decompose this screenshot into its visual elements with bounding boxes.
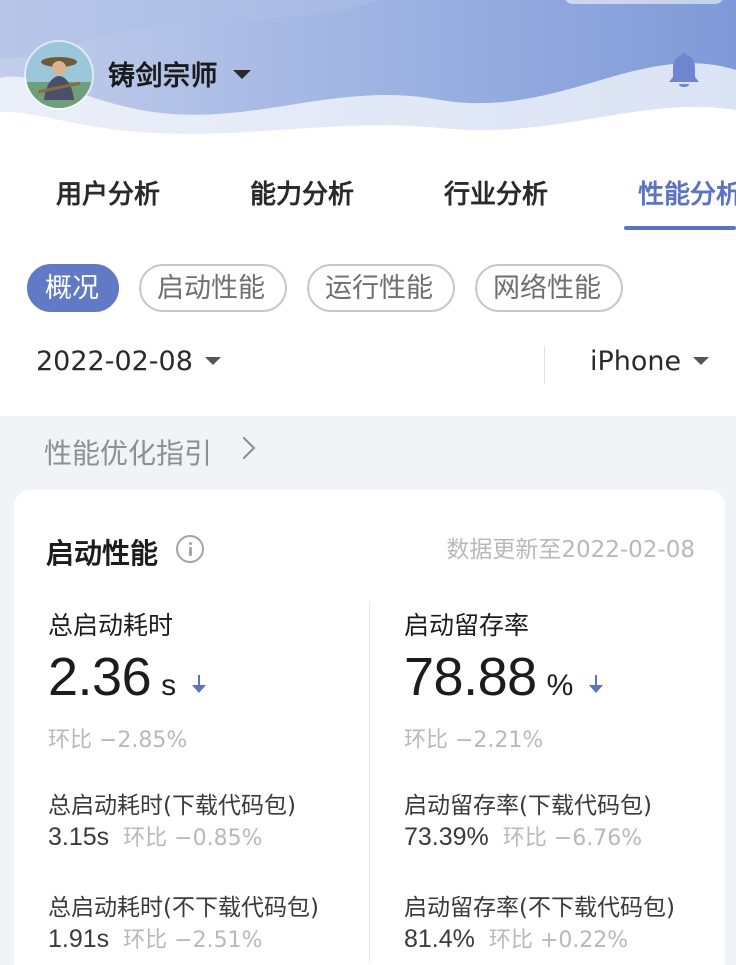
active-tab-indicator <box>624 226 736 230</box>
sub-metric-compare: 环比 +0.22% <box>488 928 629 953</box>
metric-value: 2.36 s <box>48 646 207 708</box>
metric-unit: s <box>161 669 177 702</box>
metric-number: 2.36 <box>48 647 152 707</box>
chip-runtime-performance[interactable]: 运行性能 <box>307 264 455 312</box>
tab-performance-analysis[interactable]: 性能分析 <box>638 174 736 211</box>
tab-industry-analysis[interactable]: 行业分析 <box>444 174 548 211</box>
sub-metric-value: 3.15s <box>48 823 110 851</box>
column-divider <box>369 602 370 962</box>
sub-metric-label: 总启动耗时(下载代码包) <box>48 793 296 819</box>
metric-label: 启动留存率 <box>404 611 530 640</box>
sub-metric-compare: 环比 −6.76% <box>502 826 643 851</box>
bell-icon[interactable] <box>664 52 704 92</box>
sub-metric-compare: 环比 −0.85% <box>123 826 263 851</box>
search-pill[interactable] <box>564 0 724 4</box>
metric-value: 78.88% <box>404 646 604 708</box>
data-update-note: 数据更新至2022-02-08 <box>446 537 695 563</box>
sub-metric-value: 1.91s <box>48 925 110 953</box>
chip-overview[interactable]: 概况 <box>27 264 119 312</box>
sub-metric-value: 81.4% <box>404 925 475 953</box>
avatar-image <box>26 42 92 108</box>
date-picker[interactable]: 2022-02-08 <box>36 346 221 377</box>
info-icon[interactable] <box>176 535 204 563</box>
tab-capability-analysis[interactable]: 能力分析 <box>250 174 354 211</box>
metric-label: 总启动耗时 <box>48 611 174 640</box>
main-tab-bar: 用户分析 能力分析 行业分析 性能分析 <box>0 160 736 232</box>
metric-compare: 环比 −2.21% <box>404 728 544 753</box>
sub-metric-row: 73.39% 环比 −6.76% <box>404 820 642 852</box>
avatar[interactable] <box>26 42 92 108</box>
sub-metric-label: 启动留存率(不下载代码包) <box>404 895 675 921</box>
sub-metric-row: 3.15s 环比 −0.85% <box>48 820 263 852</box>
device-picker[interactable]: iPhone <box>590 346 710 377</box>
sub-metric-label: 总启动耗时(不下载代码包) <box>48 895 319 921</box>
header: 铸剑宗师 <box>0 0 736 140</box>
arrow-down-icon <box>192 675 207 695</box>
chip-network-performance[interactable]: 网络性能 <box>475 264 623 312</box>
performance-guide-link[interactable]: 性能优化指引 <box>44 432 212 472</box>
arrow-down-icon <box>589 675 604 695</box>
date-value: 2022-02-08 <box>36 346 193 377</box>
sub-metric-row: 1.91s 环比 −2.51% <box>48 922 263 954</box>
sub-metric-value: 73.39% <box>404 823 489 851</box>
sub-metric-compare: 环比 −2.51% <box>123 928 263 953</box>
page: 铸剑宗师 用户分析 能力分析 行业分析 性能分析 概况 启动性能 运行性能 网络… <box>0 0 736 965</box>
metric-number: 78.88 <box>404 647 537 707</box>
chevron-down-icon[interactable] <box>233 70 251 79</box>
metric-unit: % <box>546 669 574 702</box>
sub-metric-row: 81.4% 环比 +0.22% <box>404 922 628 954</box>
launch-performance-card: 启动性能 数据更新至2022-02-08 总启动耗时 2.36 s 环比 −2.8… <box>14 490 725 965</box>
filter-divider <box>544 346 545 384</box>
tab-user-analysis[interactable]: 用户分析 <box>56 174 160 211</box>
user-name[interactable]: 铸剑宗师 <box>108 54 218 93</box>
chip-launch-performance[interactable]: 启动性能 <box>139 264 287 312</box>
metric-compare: 环比 −2.85% <box>48 728 188 753</box>
chevron-down-icon <box>204 356 221 365</box>
sub-metric-label: 启动留存率(下载代码包) <box>404 793 652 819</box>
device-value: iPhone <box>590 346 682 377</box>
card-title: 启动性能 <box>46 537 159 570</box>
chevron-down-icon <box>693 356 710 365</box>
